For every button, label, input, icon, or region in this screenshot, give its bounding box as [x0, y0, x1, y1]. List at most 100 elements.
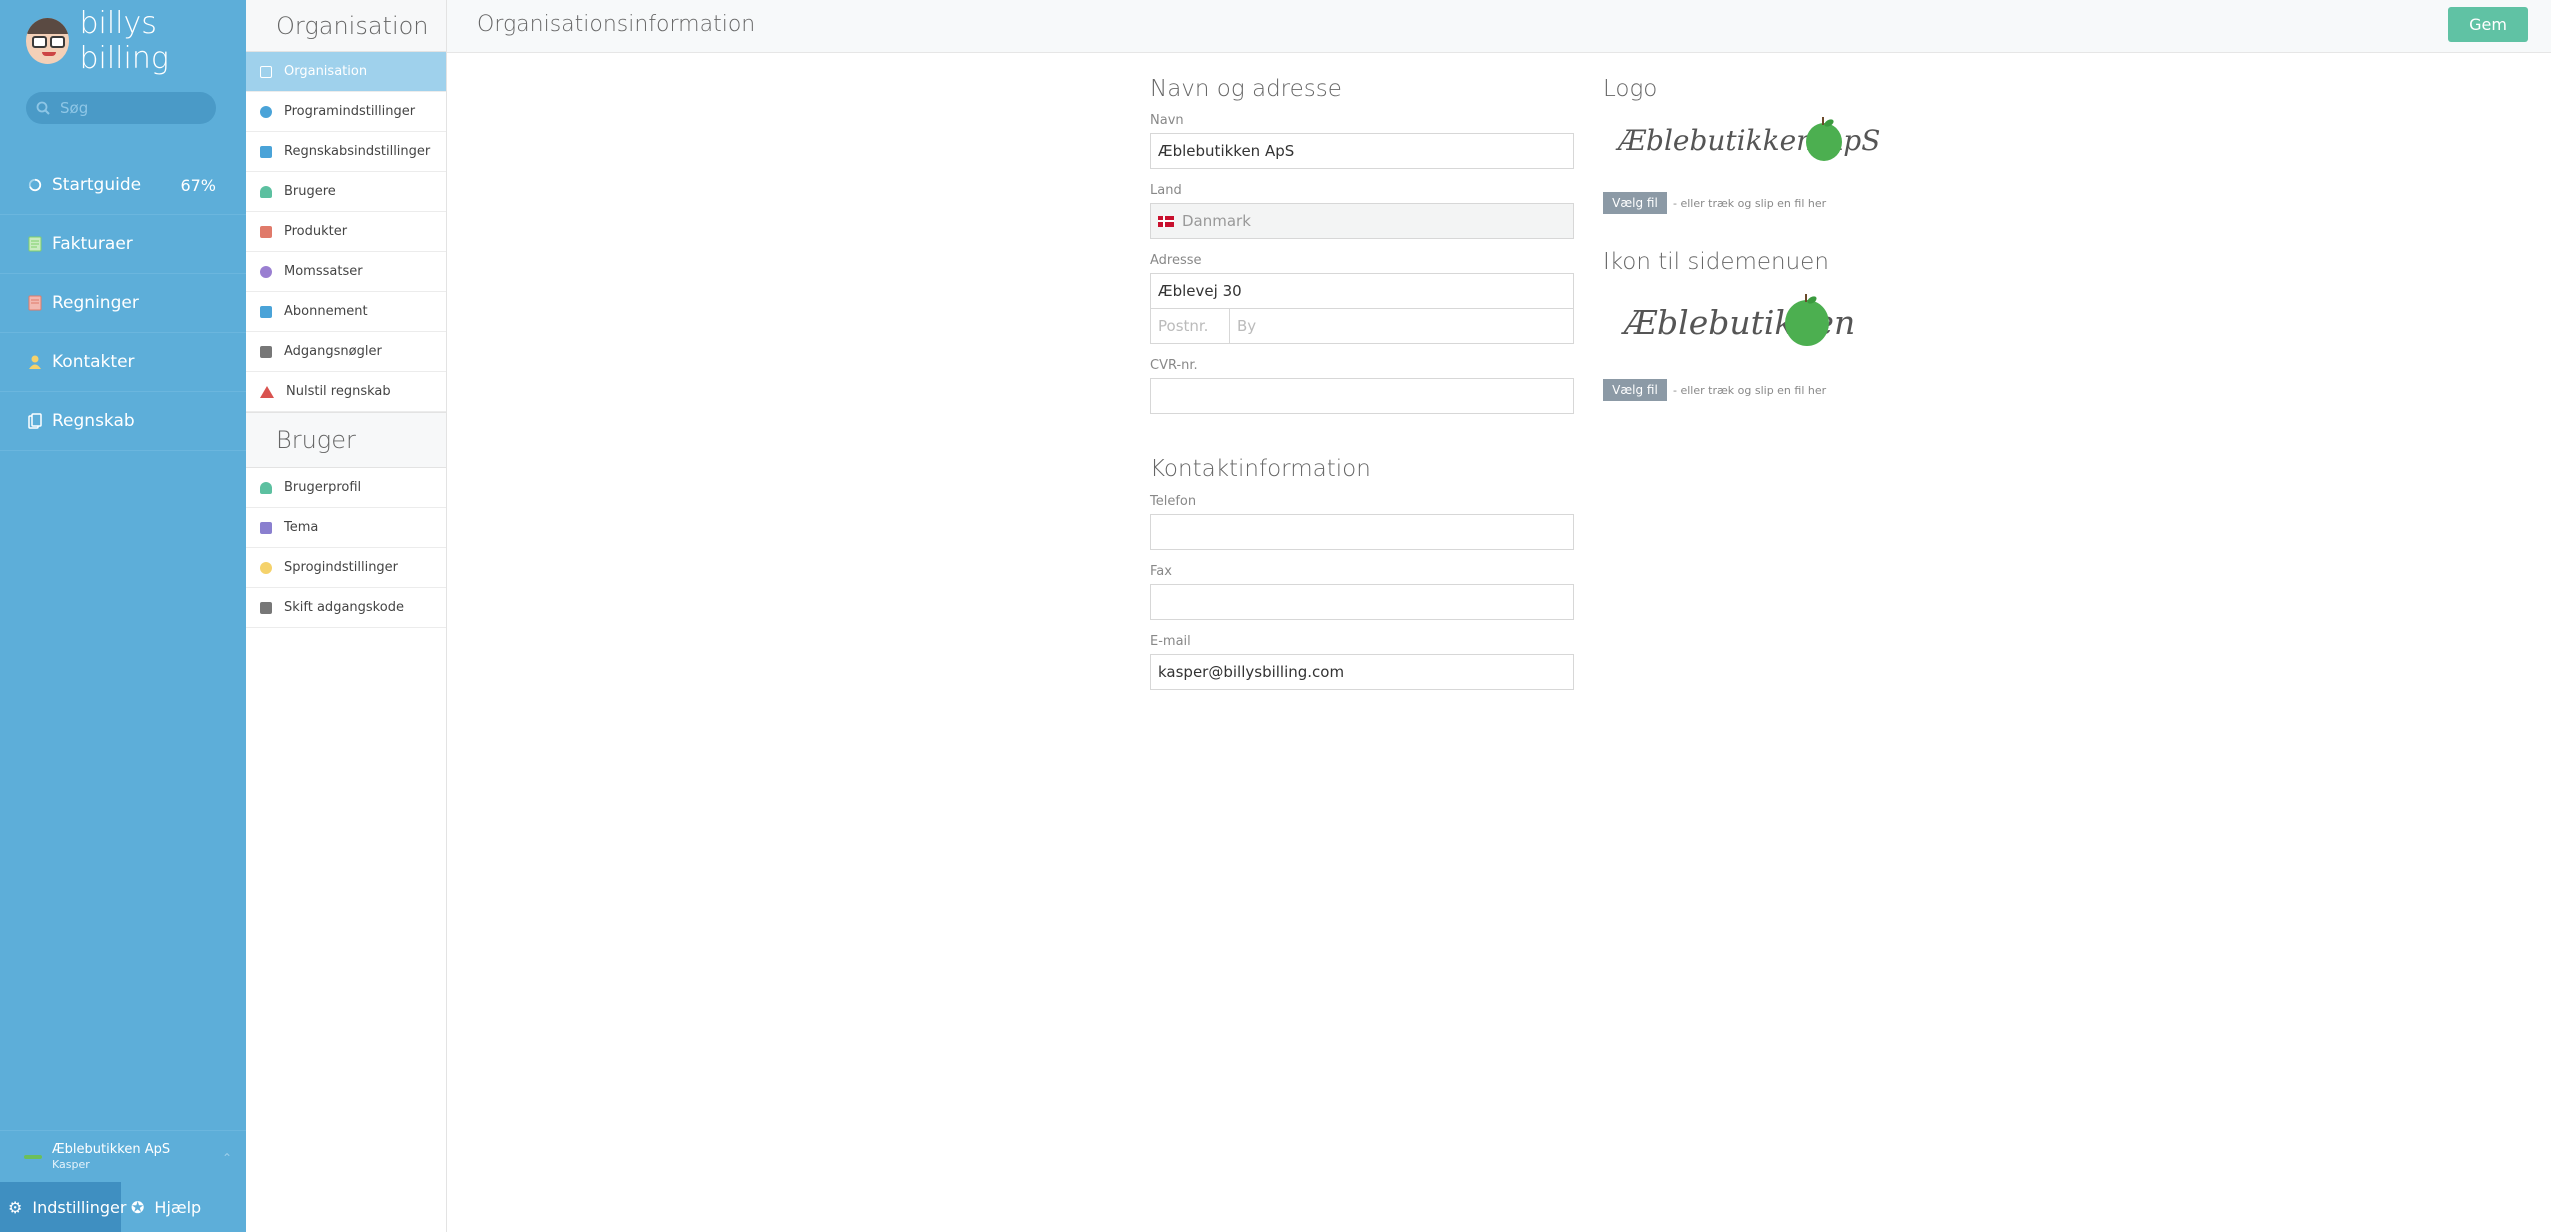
icon-drop-hint: - eller træk og slip en fil her: [1673, 384, 1827, 397]
icon-choose-file-button[interactable]: Vælg fil: [1603, 379, 1667, 401]
address-label: Adresse: [1150, 253, 1202, 268]
save-button[interactable]: Gem: [2448, 7, 2528, 42]
apple-icon: [1785, 294, 1829, 346]
page-header: Organisationsinformation Gem: [447, 0, 2551, 53]
subnav-item-nulstil-regnskab[interactable]: Nulstil regnskab: [246, 372, 446, 412]
country-label: Land: [1150, 183, 1182, 198]
nav-item-fakturaer[interactable]: Fakturaer: [0, 215, 246, 274]
brand-logo[interactable]: billys billing: [26, 6, 246, 76]
subnav-item-abonnement[interactable]: Abonnement: [246, 292, 446, 332]
organisation-switcher[interactable]: Æblebutikken ApS Kasper ⌃: [0, 1130, 246, 1182]
user-profile-icon: [260, 481, 272, 494]
subnav-item-skift-adgangskode[interactable]: Skift adgangskode: [246, 588, 446, 628]
subnav-label: Skift adgangskode: [284, 600, 404, 615]
fax-field[interactable]: [1150, 584, 1574, 620]
subnav-label: Brugerprofil: [284, 480, 362, 495]
theme-icon: [260, 521, 272, 534]
section-title-name-address: Navn og adresse: [1150, 76, 1342, 102]
building-icon: [260, 65, 272, 78]
settings-button[interactable]: ⚙ Indstillinger: [0, 1182, 126, 1232]
subnav-label: Momssatser: [284, 264, 363, 279]
phone-field[interactable]: [1150, 514, 1574, 550]
email-field[interactable]: kasper@billysbilling.com: [1150, 654, 1574, 690]
subnav-label: Adgangsnøgler: [284, 344, 382, 359]
page-title: Organisationsinformation: [477, 12, 756, 37]
subnav-item-brugere[interactable]: Brugere: [246, 172, 446, 212]
bill-icon: [28, 295, 42, 311]
section-title-logo: Logo: [1603, 76, 1658, 102]
books-icon: [260, 145, 272, 158]
subnav-heading-organisation: Organisation: [246, 0, 446, 52]
subnav-label: Produkter: [284, 224, 348, 239]
nav-item-kontakter[interactable]: Kontakter: [0, 333, 246, 392]
subnav-item-produkter[interactable]: Produkter: [246, 212, 446, 252]
subnav-label: Programindstillinger: [284, 104, 416, 119]
country-value: Danmark: [1182, 212, 1251, 230]
nav-label: Regnskab: [52, 411, 135, 431]
subnav-label: Nulstil regnskab: [286, 384, 391, 399]
search-icon: [36, 101, 50, 115]
chevron-up-icon: ⌃: [221, 1151, 232, 1165]
city-field[interactable]: By: [1229, 308, 1574, 344]
name-field[interactable]: Æblebutikken ApS: [1150, 133, 1574, 169]
settings-label: Indstillinger: [32, 1197, 127, 1217]
zip-field[interactable]: Postnr.: [1150, 308, 1230, 344]
logo-drop-hint: - eller træk og slip en fil her: [1673, 197, 1827, 210]
nav-label: Startguide: [52, 175, 142, 195]
nav-item-startguide[interactable]: Startguide 67%: [0, 156, 246, 215]
subnav-item-brugerprofil[interactable]: Brugerprofil: [246, 468, 446, 508]
subnav-heading-bruger: Bruger: [246, 412, 446, 468]
country-field[interactable]: Danmark: [1150, 203, 1574, 239]
city-placeholder: By: [1237, 317, 1257, 335]
logo-choose-file-button[interactable]: Vælg fil: [1603, 192, 1667, 214]
email-label: E-mail: [1150, 634, 1191, 649]
subnav-item-programindstillinger[interactable]: Programindstillinger: [246, 92, 446, 132]
pie-chart-icon: [260, 265, 272, 278]
lock-icon: [260, 345, 272, 358]
subnav-label: Organisation: [284, 64, 368, 79]
main-nav: Startguide 67% Fakturaer Regninger Konta…: [0, 156, 246, 451]
help-button[interactable]: ✪ Hjælp: [121, 1182, 246, 1232]
subnav-item-regnskabsindstillinger[interactable]: Regnskabsindstillinger: [246, 132, 446, 172]
apple-logo-icon: [1806, 117, 1842, 161]
subnav-item-adgangsnogler[interactable]: Adgangsnøgler: [246, 332, 446, 372]
nav-item-regninger[interactable]: Regninger: [0, 274, 246, 333]
nav-item-regnskab[interactable]: Regnskab: [0, 392, 246, 451]
nav-label: Regninger: [52, 293, 139, 313]
phone-label: Telefon: [1150, 494, 1197, 509]
lifebuoy-icon: ✪: [131, 1197, 145, 1217]
invoice-icon: [28, 236, 42, 252]
bottom-bar: ⚙ Indstillinger ✪ Hjælp: [0, 1182, 246, 1232]
mascot-icon: [26, 18, 70, 64]
gear-icon: ⚙: [8, 1197, 23, 1217]
brand-name: billys billing: [79, 6, 169, 76]
user-name: Kasper: [52, 1158, 90, 1171]
subnav-item-tema[interactable]: Tema: [246, 508, 446, 548]
cvr-field[interactable]: [1150, 378, 1574, 414]
subnav-label: Brugere: [284, 184, 336, 199]
subnav-label: Regnskabsindstillinger: [284, 144, 431, 159]
main-sidebar: billys billing Startguide 67% Fakturaer …: [0, 0, 246, 1232]
cog-icon: [260, 105, 272, 118]
org-logo-icon: [24, 1154, 42, 1159]
nav-label: Kontakter: [52, 352, 135, 372]
settings-subnav: Organisation Organisation Programindstil…: [246, 0, 447, 1232]
name-label: Navn: [1150, 113, 1184, 128]
search-box[interactable]: [26, 92, 216, 124]
contacts-icon: [29, 355, 41, 369]
speech-bubble-icon: [260, 561, 272, 574]
subnav-item-sprogindstillinger[interactable]: Sprogindstillinger: [246, 548, 446, 588]
street-field[interactable]: Æblevej 30: [1150, 273, 1574, 309]
users-icon: [260, 185, 272, 198]
cvr-label: CVR-nr.: [1150, 358, 1198, 373]
ledger-icon: [28, 413, 42, 429]
search-input[interactable]: [60, 99, 210, 117]
subnav-item-momssatser[interactable]: Momssatser: [246, 252, 446, 292]
org-name: Æblebutikken ApS: [52, 1142, 171, 1157]
help-label: Hjælp: [154, 1197, 202, 1217]
nav-label: Fakturaer: [52, 234, 133, 254]
subnav-label: Abonnement: [284, 304, 368, 319]
denmark-flag-icon: [1158, 215, 1174, 227]
fax-label: Fax: [1150, 564, 1172, 579]
subnav-item-organisation[interactable]: Organisation: [246, 52, 446, 92]
